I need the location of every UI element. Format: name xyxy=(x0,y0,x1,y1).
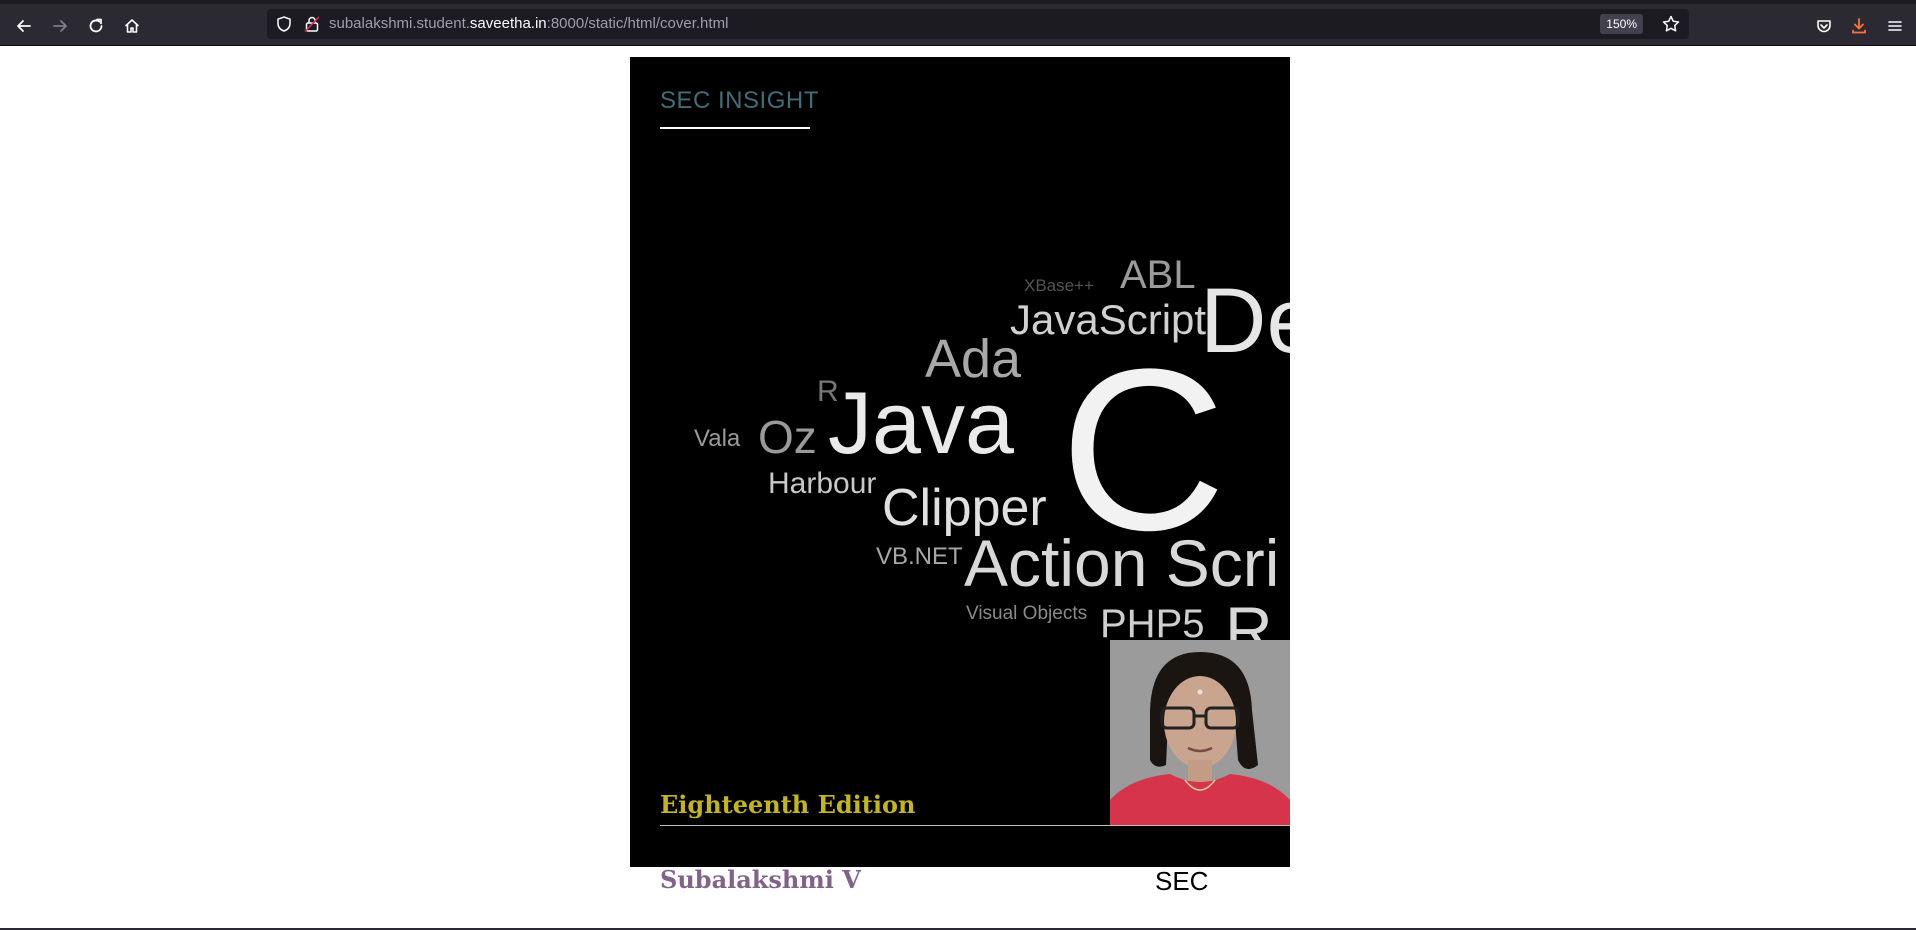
organization-label: SEC xyxy=(1155,866,1209,896)
word-cloud-term: ABL xyxy=(1120,253,1196,297)
lock-icon[interactable] xyxy=(303,15,321,33)
back-button[interactable] xyxy=(9,11,39,41)
menu-icon xyxy=(1888,21,1902,31)
downloads-icon xyxy=(1852,18,1866,34)
edition-label: Eighteenth Edition xyxy=(660,790,916,819)
downloads-button[interactable] xyxy=(1844,11,1874,41)
zoom-indicator[interactable]: 150% xyxy=(1600,14,1643,34)
browser-toolbar: subalakshmi.student.saveetha.in:8000/sta… xyxy=(0,4,1916,46)
pocket-icon xyxy=(1817,20,1831,33)
url-text[interactable]: subalakshmi.student.saveetha.in:8000/sta… xyxy=(329,9,728,39)
address-bar[interactable]: subalakshmi.student.saveetha.in:8000/sta… xyxy=(267,9,1689,39)
word-cloud-term: PHP5 xyxy=(1100,602,1205,646)
shield-icon[interactable] xyxy=(275,15,293,33)
word-cloud-term: Action Scri xyxy=(964,526,1280,600)
book-cover: SEC INSIGHT XBase++ ABL JavaScript De Ad… xyxy=(630,57,1290,867)
edition-underline xyxy=(660,825,1290,826)
forward-arrow-icon xyxy=(53,20,67,32)
url-domain: saveetha.in xyxy=(469,15,547,32)
back-arrow-icon xyxy=(17,20,31,32)
home-icon xyxy=(124,19,140,33)
brand-title: SEC INSIGHT xyxy=(660,87,819,114)
reload-button[interactable] xyxy=(81,11,111,41)
pocket-button[interactable] xyxy=(1809,11,1839,41)
url-suffix: :8000/static/html/cover.html xyxy=(546,15,729,32)
forward-button[interactable] xyxy=(45,11,75,41)
word-cloud-term: Java xyxy=(828,373,1014,472)
word-cloud-term: Oz xyxy=(758,411,817,463)
home-button[interactable] xyxy=(117,11,147,41)
word-cloud-term: VB.NET xyxy=(876,543,963,570)
word-cloud-term: Harbour xyxy=(768,467,877,500)
author-name: Subalakshmi V xyxy=(660,865,861,894)
word-cloud-term: XBase++ xyxy=(1024,276,1094,295)
word-cloud-term: Vala xyxy=(694,425,741,452)
brand-underline xyxy=(660,127,810,129)
portrait-image xyxy=(1110,640,1290,825)
url-prefix: subalakshmi.student. xyxy=(329,15,470,32)
word-cloud-term: Visual Objects xyxy=(966,603,1088,624)
app-menu-button[interactable] xyxy=(1880,11,1910,41)
bookmark-star-icon[interactable] xyxy=(1661,14,1681,34)
author-photo xyxy=(1110,640,1290,825)
reload-icon xyxy=(89,18,103,33)
